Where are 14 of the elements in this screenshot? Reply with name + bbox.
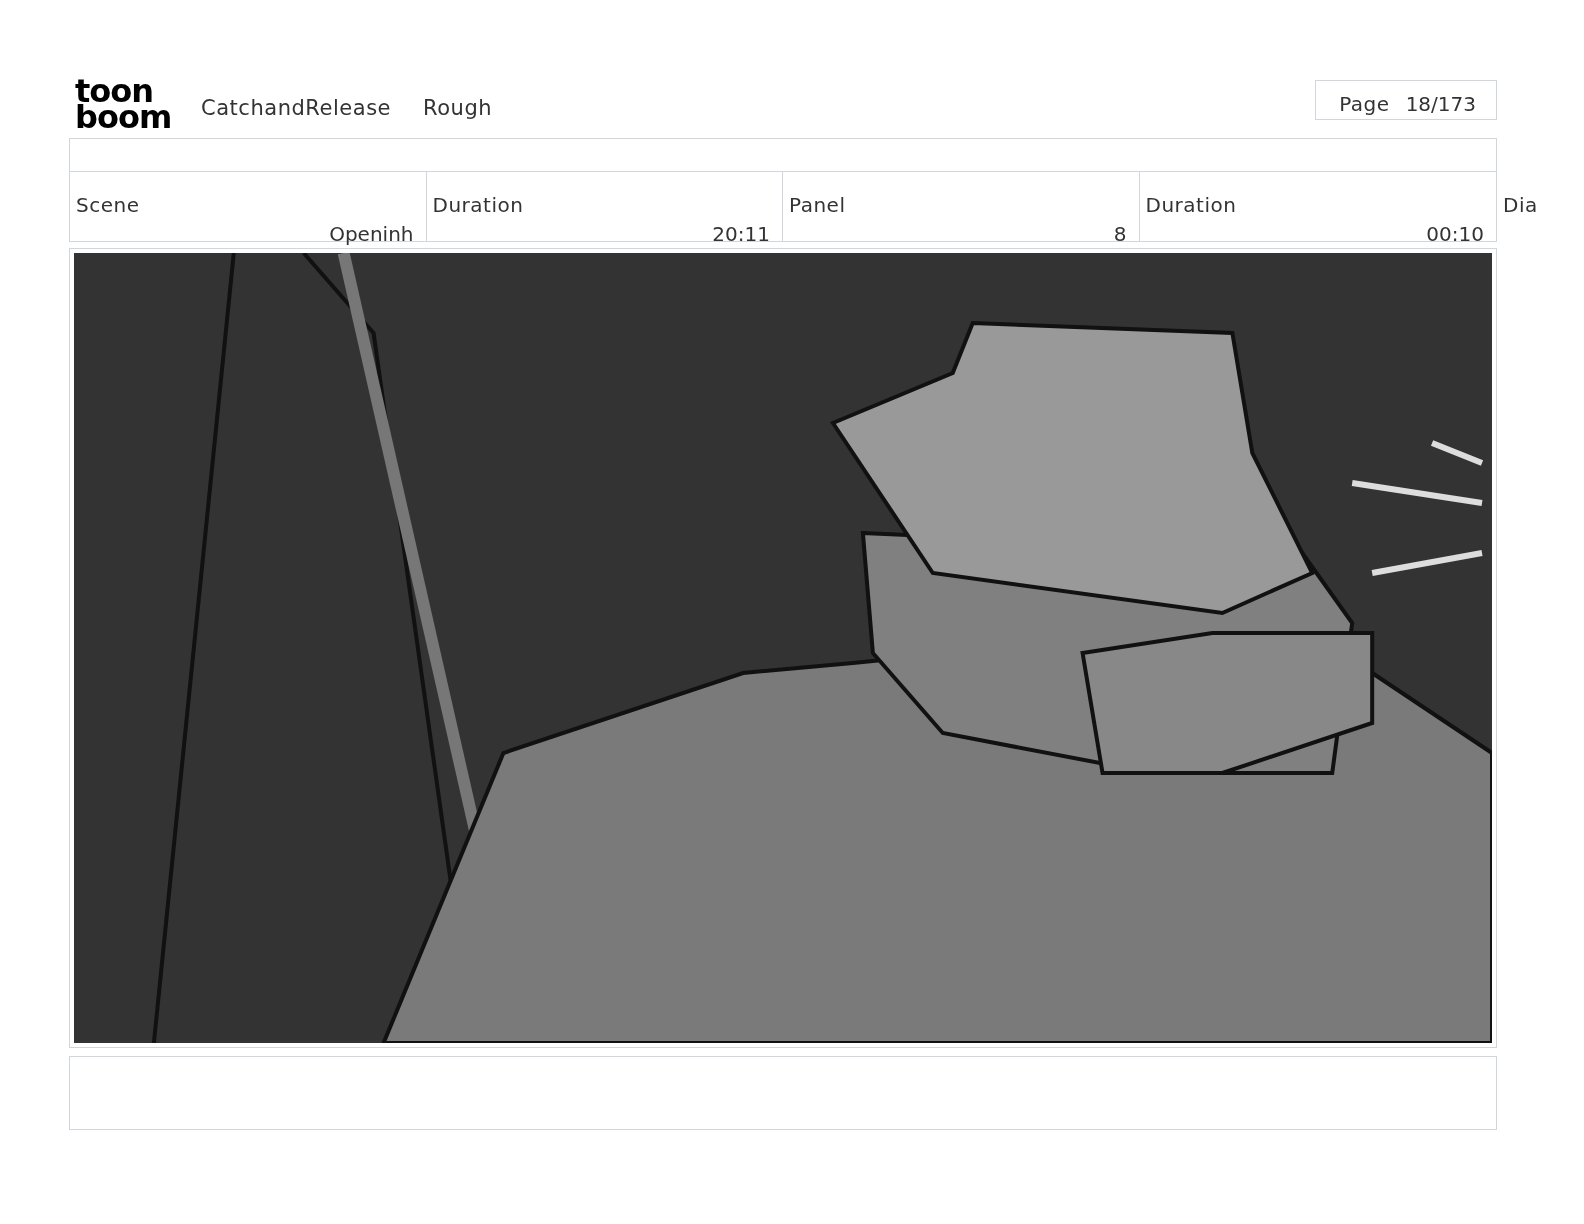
field-value: 8: [1113, 221, 1127, 248]
project-title: CatchandRelease: [201, 94, 392, 122]
logo: toon boom: [74, 78, 173, 130]
page-number: 18/173: [1405, 91, 1476, 118]
field-label: Duration: [1145, 192, 1237, 219]
field-label: Panel: [789, 192, 846, 219]
field-label: Duration: [432, 192, 524, 219]
field-label: Scene: [76, 192, 140, 219]
column-label: Dia: [1503, 192, 1538, 219]
field-value: 00:10: [1426, 221, 1484, 248]
field-value: Openinh: [329, 221, 414, 248]
stage-label: Rough: [423, 94, 493, 122]
field-value: 20:11: [712, 221, 770, 248]
page-label: Page: [1339, 91, 1390, 118]
